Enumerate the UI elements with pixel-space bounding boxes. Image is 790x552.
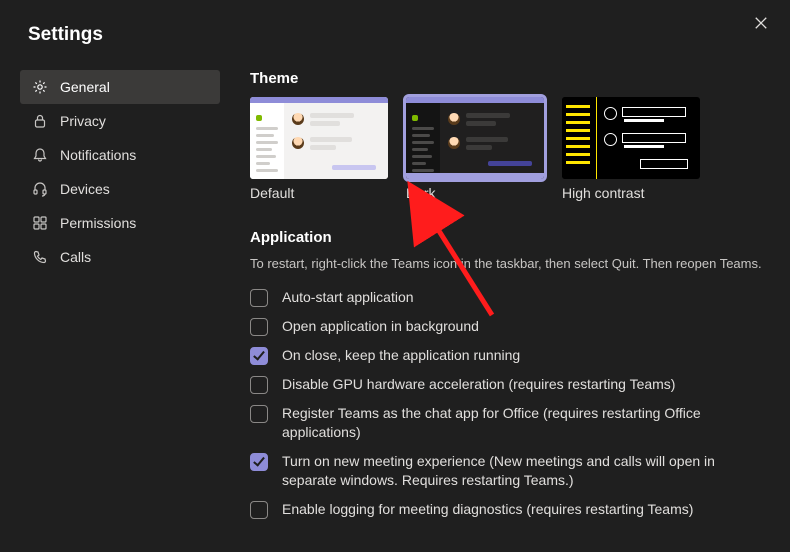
application-section-title: Application (250, 229, 770, 246)
option-register_chat[interactable]: Register Teams as the chat app for Offic… (250, 399, 760, 447)
settings-window: { "title": "Settings", "sidebar": { "ite… (0, 0, 790, 552)
checkbox[interactable] (250, 318, 268, 336)
option-open_bg[interactable]: Open application in background (250, 312, 760, 341)
option-label: Register Teams as the chat app for Offic… (282, 404, 760, 442)
theme-option-dark[interactable]: Dark (406, 97, 544, 201)
lock-icon (32, 113, 48, 129)
option-disable_gpu[interactable]: Disable GPU hardware acceleration (requi… (250, 370, 760, 399)
checkbox[interactable] (250, 453, 268, 471)
theme-section-title: Theme (250, 70, 770, 87)
option-label: Enable logging for meeting diagnostics (… (282, 500, 693, 519)
theme-option-label: Dark (406, 185, 544, 201)
sidebar-item-label: Privacy (60, 113, 106, 129)
sidebar-item-privacy[interactable]: Privacy (20, 104, 220, 138)
close-button[interactable] (754, 16, 768, 30)
checkbox[interactable] (250, 376, 268, 394)
phone-icon (32, 249, 48, 265)
application-restart-hint: To restart, right-click the Teams icon i… (250, 256, 770, 271)
theme-option-default[interactable]: Default (250, 97, 388, 201)
option-label: Auto-start application (282, 288, 414, 307)
sidebar-item-calls[interactable]: Calls (20, 240, 220, 274)
sidebar-item-label: Permissions (60, 215, 136, 231)
option-label: On close, keep the application running (282, 346, 520, 365)
app-permissions-icon (32, 215, 48, 231)
headset-icon (32, 181, 48, 197)
settings-content: Theme Default Dark High contrast Applicati… (220, 70, 790, 524)
option-label: Open application in background (282, 317, 479, 336)
checkbox[interactable] (250, 289, 268, 307)
page-title: Settings (0, 0, 790, 46)
close-icon (754, 16, 768, 30)
theme-option-label: High contrast (562, 185, 700, 201)
theme-option-high_contrast[interactable]: High contrast (562, 97, 700, 201)
option-label: Turn on new meeting experience (New meet… (282, 452, 760, 490)
option-logging[interactable]: Enable logging for meeting diagnostics (… (250, 495, 760, 524)
theme-option-label: Default (250, 185, 388, 201)
sidebar-item-label: General (60, 79, 110, 95)
checkbox[interactable] (250, 347, 268, 365)
sidebar-item-label: Calls (60, 249, 91, 265)
theme-options: Default Dark High contrast (250, 97, 770, 201)
bell-icon (32, 147, 48, 163)
sidebar-item-devices[interactable]: Devices (20, 172, 220, 206)
sidebar-item-label: Notifications (60, 147, 136, 163)
sidebar-item-label: Devices (60, 181, 110, 197)
checkbox[interactable] (250, 501, 268, 519)
option-auto_start[interactable]: Auto-start application (250, 283, 760, 312)
gear-icon (32, 79, 48, 95)
sidebar-item-permissions[interactable]: Permissions (20, 206, 220, 240)
option-new_meeting[interactable]: Turn on new meeting experience (New meet… (250, 447, 760, 495)
application-options: Auto-start application Open application i… (250, 283, 770, 524)
sidebar-item-general[interactable]: General (20, 70, 220, 104)
settings-sidebar: General Privacy Notifications Devices Permis… (20, 70, 220, 524)
checkbox[interactable] (250, 405, 268, 423)
option-on_close_keep[interactable]: On close, keep the application running (250, 341, 760, 370)
sidebar-item-notifications[interactable]: Notifications (20, 138, 220, 172)
option-label: Disable GPU hardware acceleration (requi… (282, 375, 675, 394)
